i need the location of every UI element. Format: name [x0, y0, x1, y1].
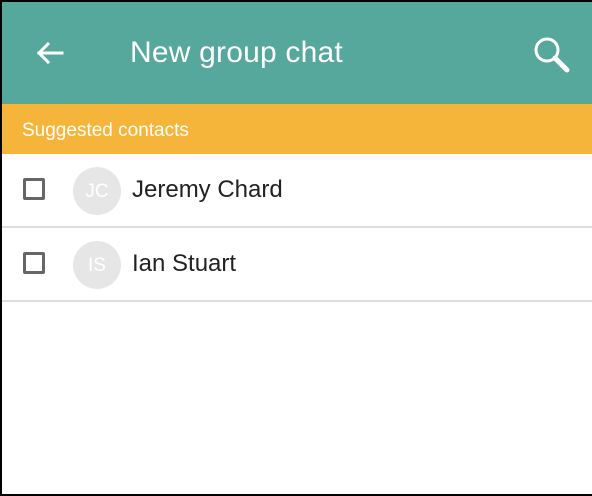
back-button[interactable]: [30, 35, 70, 75]
contact-row[interactable]: JC Jeremy Chard: [2, 154, 592, 228]
avatar-initials: JC: [85, 180, 109, 202]
avatar: IS: [73, 241, 121, 289]
contact-name: Jeremy Chard: [132, 176, 283, 203]
avatar-initials: IS: [88, 254, 106, 276]
contact-checkbox[interactable]: [23, 252, 45, 274]
contact-checkbox[interactable]: [23, 178, 45, 200]
arrow-left-icon: [35, 41, 65, 70]
section-header: Suggested contacts: [2, 104, 592, 154]
magnifier-icon: [532, 35, 572, 80]
contact-row[interactable]: IS Ian Stuart: [2, 228, 592, 302]
section-label: Suggested contacts: [22, 120, 189, 141]
avatar: JC: [73, 167, 121, 215]
screen: New group chat Suggested contacts JC Jer…: [0, 0, 592, 496]
page-title: New group chat: [130, 36, 343, 69]
app-bar: New group chat: [2, 2, 592, 104]
contact-name: Ian Stuart: [132, 250, 237, 277]
search-button[interactable]: [530, 35, 574, 79]
